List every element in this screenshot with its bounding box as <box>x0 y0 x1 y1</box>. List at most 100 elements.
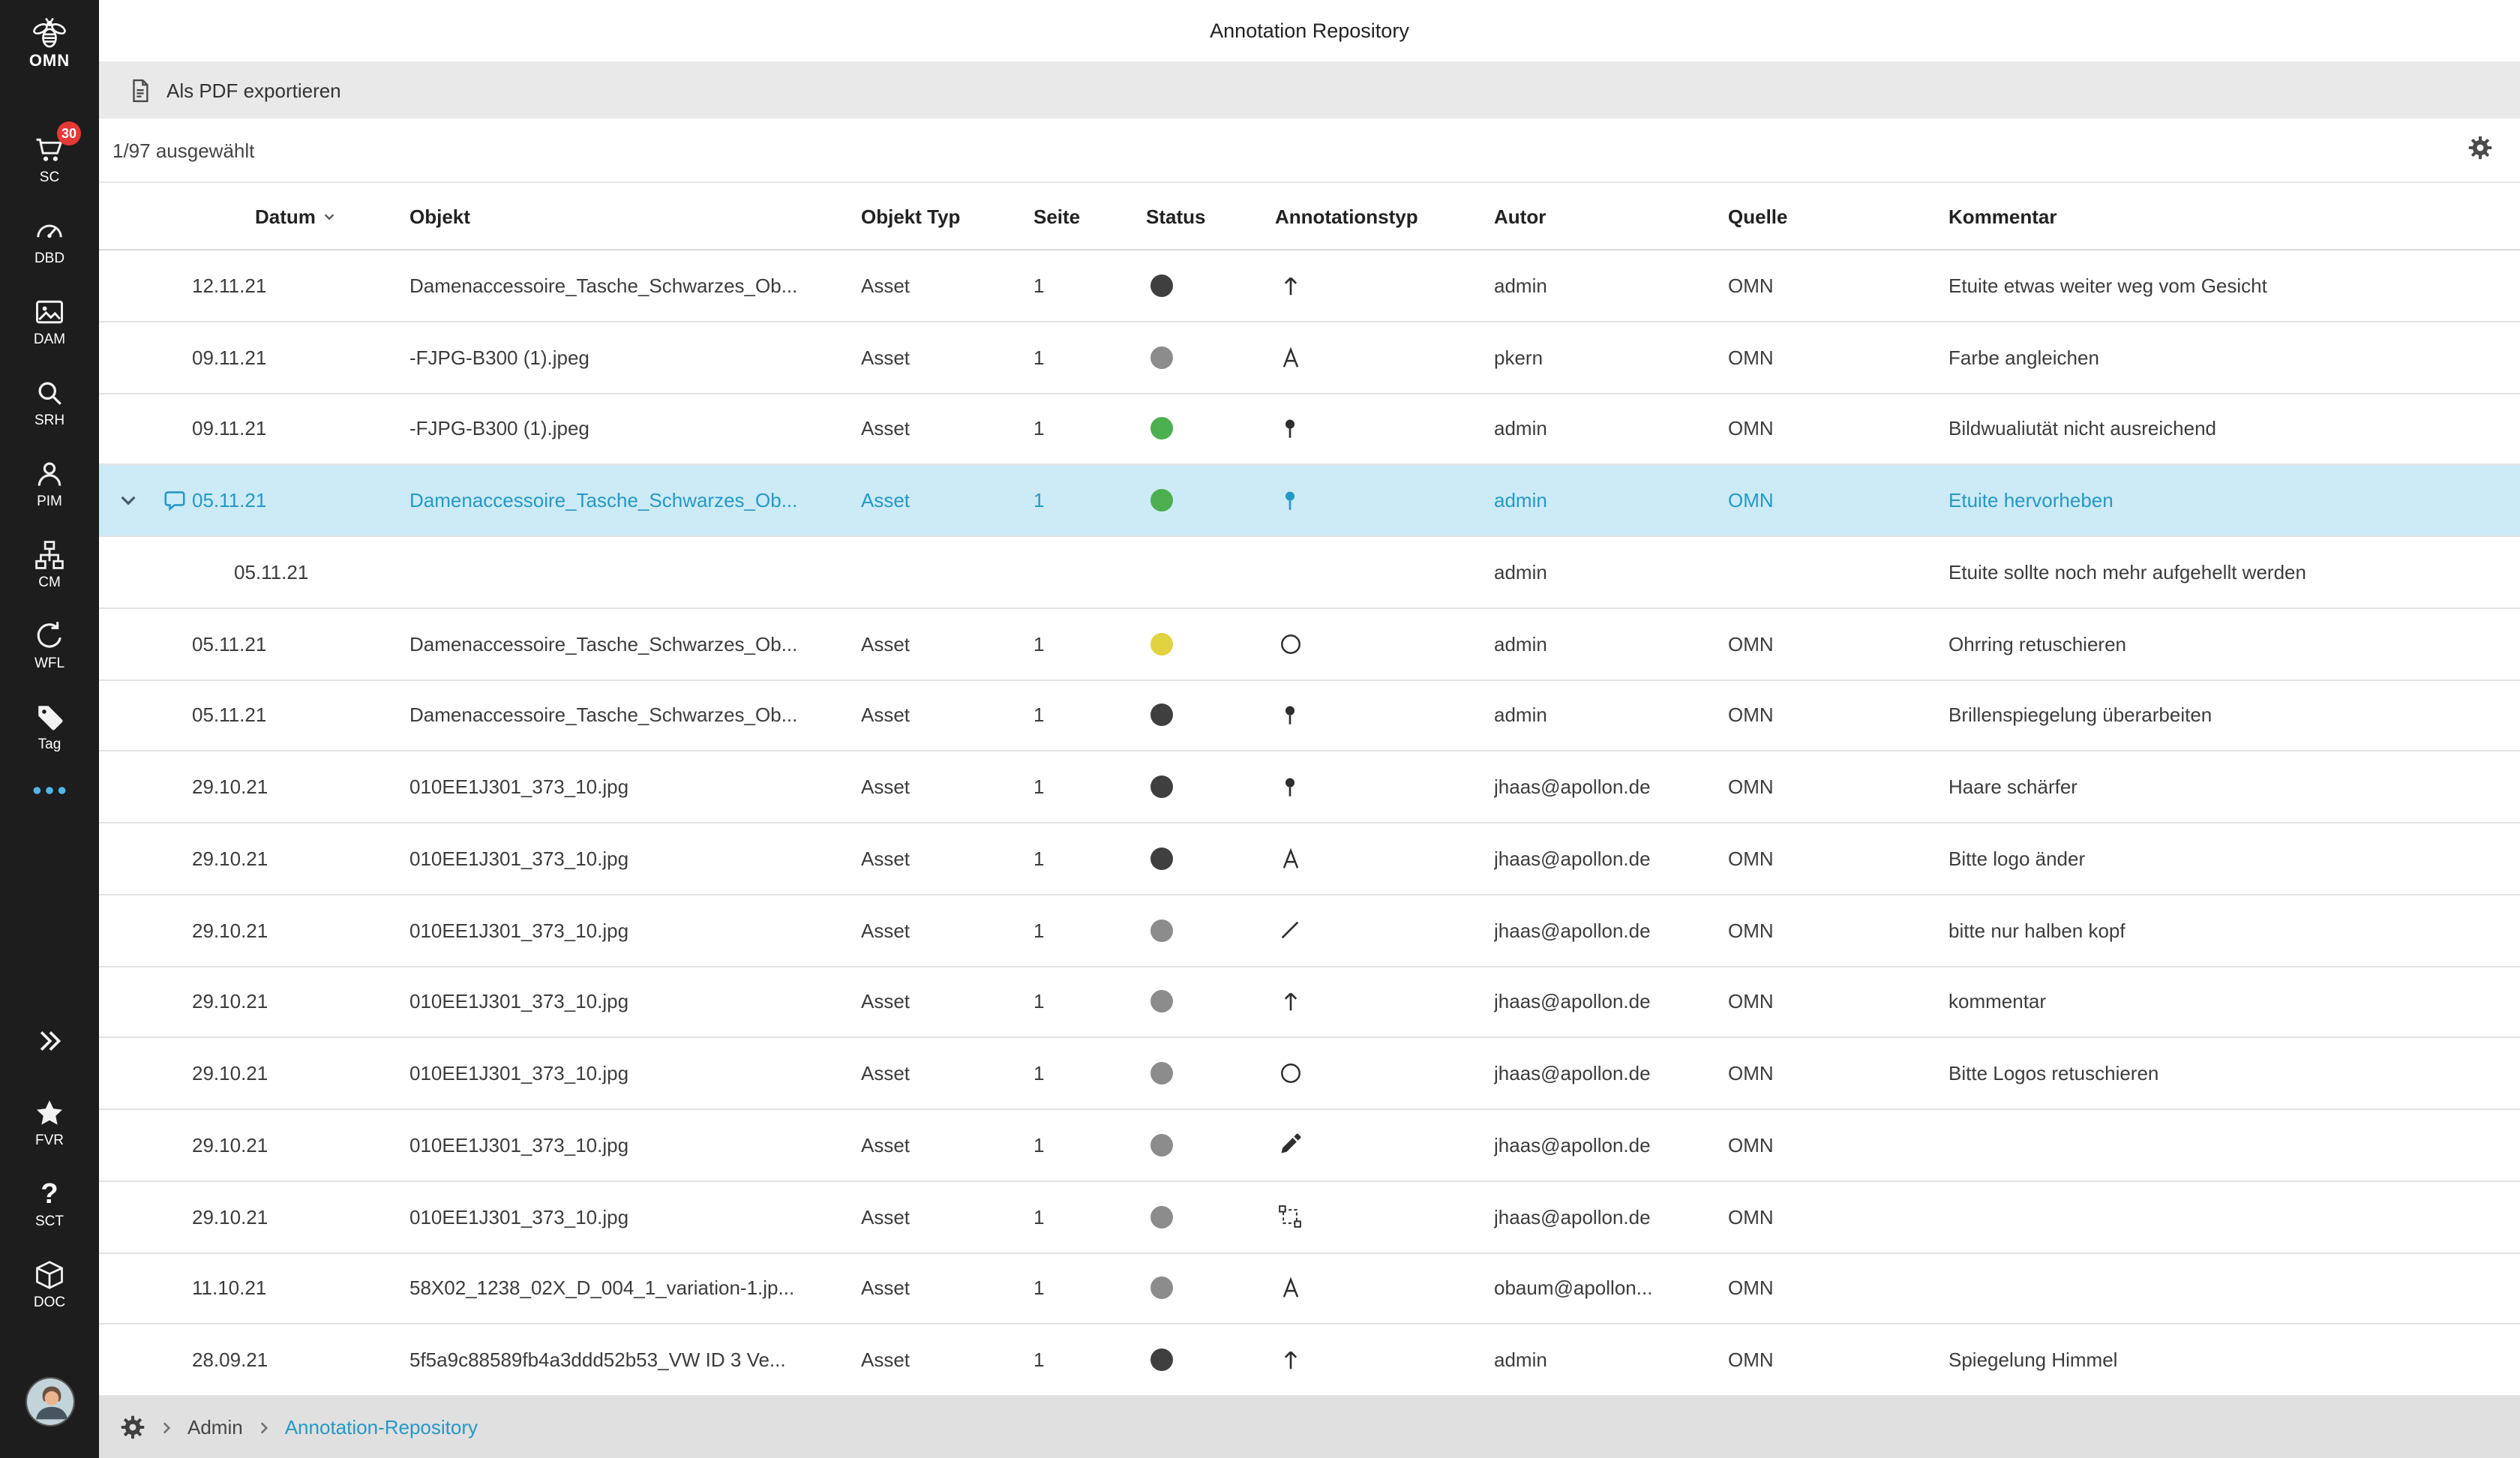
cell-objekt-typ: Asset <box>861 1205 1034 1228</box>
column-header-quelle[interactable]: Quelle <box>1728 205 1948 227</box>
sidebar-item-doc[interactable]: DOC <box>0 1254 99 1314</box>
admin-gear-icon[interactable] <box>120 1414 146 1440</box>
table-row[interactable]: 29.10.21 010EE1J301_373_10.jpg Asset 1 j… <box>99 824 2520 896</box>
table-row[interactable]: 29.10.21 010EE1J301_373_10.jpg Asset 1 j… <box>99 967 2520 1039</box>
sidebar-item-fvr[interactable]: FVR <box>0 1092 99 1152</box>
pin-icon <box>1278 417 1302 441</box>
column-header-kommentar[interactable]: Kommentar <box>1948 205 2520 227</box>
status-dot-gray <box>1150 991 1173 1013</box>
table-row[interactable]: 11.10.21 58X02_1238_02X_D_004_1_variatio… <box>99 1253 2520 1325</box>
cell-objekt: 5f5a9c88589fb4a3ddd52b53_VW ID 3 Ve... <box>410 1348 861 1371</box>
table-row[interactable]: 09.11.21 -FJPG-B300 (1).jpeg Asset 1 pke… <box>99 322 2520 394</box>
cell-seite: 1 <box>1034 704 1146 727</box>
table-row[interactable]: 29.10.21 010EE1J301_373_10.jpg Asset 1 j… <box>99 752 2520 824</box>
sidebar-item-dbd[interactable]: DBD <box>0 210 99 270</box>
logo-text: OMN <box>29 52 70 70</box>
cell-quelle: OMN <box>1728 632 1948 655</box>
cell-objekt-typ: Asset <box>861 1134 1034 1156</box>
sort-descending-icon <box>323 209 337 223</box>
cell-seite: 1 <box>1034 346 1146 368</box>
search-icon <box>32 376 68 412</box>
sidebar-item-sct[interactable]: ? SCT <box>0 1173 99 1233</box>
table-row[interactable]: 05.11.21 Damenaccessoire_Tasche_Schwarze… <box>99 680 2520 752</box>
sidebar-item-sc[interactable]: 30 SC <box>0 129 99 189</box>
cell-autor: admin <box>1494 632 1728 655</box>
status-dot-gray <box>1150 1134 1173 1156</box>
column-header-objekt-typ[interactable]: Objekt Typ <box>861 205 1034 227</box>
cell-objekt: Damenaccessoire_Tasche_Schwarzes_Ob... <box>410 704 861 727</box>
column-header-autor[interactable]: Autor <box>1494 205 1728 227</box>
cell-objekt: Damenaccessoire_Tasche_Schwarzes_Ob... <box>410 489 861 512</box>
column-header-annotationstyp[interactable]: Annotationstyp <box>1275 205 1494 227</box>
table-row[interactable]: 09.11.21 -FJPG-B300 (1).jpeg Asset 1 adm… <box>99 394 2520 466</box>
status-dot-dark <box>1150 776 1173 798</box>
cell-objekt-typ: Asset <box>861 776 1034 798</box>
status-dot-gray <box>1150 919 1173 941</box>
breadcrumb-item-annotation-repository[interactable]: Annotation-Repository <box>285 1416 478 1438</box>
cell-seite: 1 <box>1034 1205 1146 1228</box>
sidebar: OMN 30 SC DBD DAM SRH PIM CM WFL Tag <box>0 0 99 1458</box>
table-settings-button[interactable] <box>2468 135 2493 165</box>
cell-autor: obaum@apollon... <box>1494 1277 1728 1300</box>
arrow-icon <box>1278 273 1304 298</box>
status-dot-green <box>1150 489 1173 512</box>
export-pdf-button[interactable]: Als PDF exportieren <box>128 77 341 103</box>
cell-datum: 05.11.21 <box>192 704 410 727</box>
cell-kommentar: Farbe angleichen <box>1948 346 2520 368</box>
arrow-icon <box>1278 1347 1304 1372</box>
table-row[interactable]: 12.11.21 Damenaccessoire_Tasche_Schwarze… <box>99 250 2520 322</box>
cell-quelle: OMN <box>1728 274 1948 297</box>
table-row[interactable]: 05.11.21 Damenaccessoire_Tasche_Schwarze… <box>99 609 2520 681</box>
table-row[interactable]: 29.10.21 010EE1J301_373_10.jpg Asset 1 j… <box>99 1110 2520 1182</box>
cell-objekt-typ: Asset <box>861 489 1034 512</box>
sidebar-more-button[interactable] <box>32 780 68 801</box>
status-dot-dark <box>1150 274 1173 297</box>
table-row[interactable]: 29.10.21 010EE1J301_373_10.jpg Asset 1 j… <box>99 1182 2520 1254</box>
cell-seite: 1 <box>1034 1062 1146 1084</box>
sidebar-item-wfl[interactable]: WFL <box>0 615 99 675</box>
chevron-right-icon <box>159 1420 174 1435</box>
app-logo[interactable]: OMN <box>29 15 70 93</box>
table-row[interactable]: 29.10.21 010EE1J301_373_10.jpg Asset 1 j… <box>99 896 2520 968</box>
table-row[interactable]: 28.09.21 5f5a9c88589fb4a3ddd52b53_VW ID … <box>99 1325 2520 1397</box>
cell-objekt: 010EE1J301_373_10.jpg <box>410 848 861 870</box>
export-toolbar: Als PDF exportieren <box>99 62 2520 118</box>
cell-objekt: -FJPG-B300 (1).jpeg <box>410 418 861 440</box>
text-icon <box>1278 846 1304 872</box>
cell-seite: 1 <box>1034 1348 1146 1371</box>
sidebar-item-label: PIM <box>37 496 62 510</box>
sidebar-item-srh[interactable]: SRH <box>0 372 99 432</box>
cell-quelle: OMN <box>1728 1277 1948 1300</box>
chevron-down-icon[interactable] <box>118 490 137 510</box>
sidebar-item-tag[interactable]: Tag <box>0 696 99 756</box>
column-header-seite[interactable]: Seite <box>1034 205 1146 227</box>
cell-autor: jhaas@apollon.de <box>1494 1062 1728 1084</box>
column-header-datum[interactable]: Datum <box>192 205 410 227</box>
cell-objekt-typ: Asset <box>861 418 1034 440</box>
cell-quelle: OMN <box>1728 1062 1948 1084</box>
comment-subrow[interactable]: 05.11.21 admin Etuite sollte noch mehr a… <box>99 537 2520 609</box>
cell-seite: 1 <box>1034 274 1146 297</box>
status-dot-yellow <box>1150 632 1173 655</box>
sidebar-item-dam[interactable]: DAM <box>0 291 99 351</box>
table-row[interactable]: 05.11.21 Damenaccessoire_Tasche_Schwarze… <box>99 466 2520 538</box>
circle-icon <box>1278 631 1304 656</box>
cell-quelle: OMN <box>1728 346 1948 368</box>
sidebar-item-pim[interactable]: PIM <box>0 453 99 513</box>
cell-datum: 29.10.21 <box>192 991 410 1013</box>
app-window: OMN 30 SC DBD DAM SRH PIM CM WFL Tag <box>0 0 2520 1458</box>
pen-icon <box>1278 1133 1302 1157</box>
cell-seite: 1 <box>1034 919 1146 941</box>
breadcrumb-item-admin[interactable]: Admin <box>188 1416 243 1438</box>
user-avatar[interactable] <box>25 1377 74 1426</box>
cell-datum: 05.11.21 <box>192 632 410 655</box>
column-header-objekt[interactable]: Objekt <box>410 205 861 227</box>
cell-datum: 09.11.21 <box>192 418 410 440</box>
sidebar-nav: 30 SC DBD DAM SRH PIM CM WFL Tag <box>0 129 99 777</box>
table-row[interactable]: 29.10.21 010EE1J301_373_10.jpg Asset 1 j… <box>99 1039 2520 1111</box>
sidebar-expand-button[interactable] <box>32 1023 68 1059</box>
ellipsis-icon <box>32 772 68 808</box>
sidebar-item-cm[interactable]: CM <box>0 534 99 594</box>
column-header-status[interactable]: Status <box>1146 205 1275 227</box>
chevron-right-icon <box>256 1420 272 1435</box>
